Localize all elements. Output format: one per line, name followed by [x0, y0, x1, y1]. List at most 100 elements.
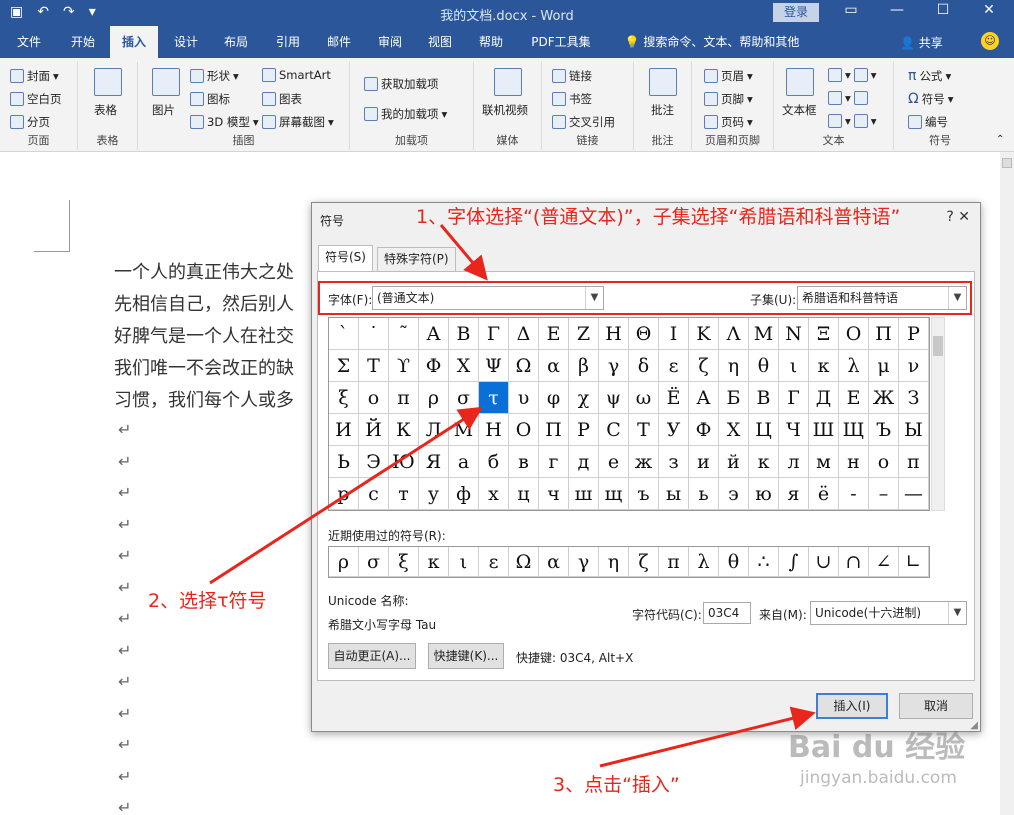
tab-pdf-tools[interactable]: PDF工具集	[520, 26, 602, 58]
symbol-cell[interactable]: Я	[419, 446, 449, 478]
symbol-cell[interactable]: ˙	[359, 318, 389, 350]
page-break-button[interactable]: 分页	[10, 114, 50, 130]
chart-button[interactable]: 图表	[262, 91, 302, 107]
scroll-up-arrow[interactable]	[1002, 158, 1012, 168]
cover-page-button[interactable]: 封面 ▾	[10, 68, 59, 84]
symbol-cell[interactable]: О	[509, 414, 539, 446]
recent-symbol-cell[interactable]: ∠	[869, 547, 899, 577]
symbol-cell[interactable]: δ	[629, 350, 659, 382]
recent-symbol-cell[interactable]: κ	[419, 547, 449, 577]
equation-button[interactable]: π 公式 ▾	[908, 68, 951, 84]
symbol-cell[interactable]: А	[689, 382, 719, 414]
tab-view[interactable]: 视图	[418, 26, 462, 58]
recent-symbol-cell[interactable]: ξ	[389, 547, 419, 577]
symbol-cell[interactable]: η	[719, 350, 749, 382]
symbol-cell[interactable]: Ο	[839, 318, 869, 350]
symbol-cell[interactable]: С	[599, 414, 629, 446]
tab-mailings[interactable]: 邮件	[316, 26, 362, 58]
symbol-cell[interactable]: Η	[599, 318, 629, 350]
bookmark-button[interactable]: 书签	[552, 91, 592, 107]
symbol-cell[interactable]: σ	[449, 382, 479, 414]
symbol-cell[interactable]: –	[869, 478, 899, 510]
recent-symbol-cell[interactable]: ∴	[749, 547, 779, 577]
symbol-cell[interactable]: Ν	[779, 318, 809, 350]
doc-line-3[interactable]: 好脾气是一个人在社交	[114, 322, 294, 348]
symbol-cell[interactable]: ε	[659, 350, 689, 382]
symbol-cell[interactable]: β	[569, 350, 599, 382]
dialog-help-close-icon[interactable]: ? ✕	[946, 209, 970, 225]
symbol-cell[interactable]: ζ	[689, 350, 719, 382]
symbol-cell[interactable]: Χ	[449, 350, 479, 382]
symbol-cell[interactable]: Ч	[779, 414, 809, 446]
symbol-cell[interactable]: ф	[449, 478, 479, 510]
symbol-cell[interactable]: м	[809, 446, 839, 478]
symbol-cell[interactable]: Γ	[479, 318, 509, 350]
symbol-cell[interactable]: л	[779, 446, 809, 478]
tab-references[interactable]: 引用	[266, 26, 310, 58]
new-comment-button[interactable]: 批注	[651, 102, 674, 118]
recent-symbol-cell[interactable]: ∩	[839, 547, 869, 577]
numbering-button[interactable]: 编号	[908, 114, 948, 130]
symbol-cell[interactable]: е	[599, 446, 629, 478]
symbol-cell[interactable]: θ	[749, 350, 779, 382]
symbol-cell[interactable]: о	[869, 446, 899, 478]
symbol-cell[interactable]: Э	[359, 446, 389, 478]
symbol-cell[interactable]: Ж	[869, 382, 899, 414]
symbol-cell[interactable]: п	[899, 446, 929, 478]
text-box-button[interactable]: 文本框	[782, 102, 817, 118]
symbol-cell[interactable]: Ι	[659, 318, 689, 350]
symbol-cell[interactable]: ο	[359, 382, 389, 414]
recent-symbol-cell[interactable]: ζ	[629, 547, 659, 577]
symbol-cell[interactable]: `	[329, 318, 359, 350]
recent-symbol-cell[interactable]: π	[659, 547, 689, 577]
tab-insert[interactable]: 插入	[110, 26, 158, 58]
recent-symbol-cell[interactable]: ∪	[809, 547, 839, 577]
symbol-cell-selected[interactable]: τ	[479, 382, 509, 414]
online-video-button[interactable]: 联机视频	[482, 102, 528, 118]
recent-symbol-cell[interactable]: ∟	[899, 547, 929, 577]
symbol-cell[interactable]: Φ	[419, 350, 449, 382]
tab-search[interactable]: 💡 搜索命令、文本、帮助和其他	[612, 26, 812, 58]
symbol-cell[interactable]: φ	[539, 382, 569, 414]
cancel-button[interactable]: 取消	[899, 693, 973, 719]
symbol-cell[interactable]: Ω	[509, 350, 539, 382]
dropcap-icon[interactable]: ▾ ▾	[828, 114, 877, 128]
symbol-cell[interactable]: Ф	[689, 414, 719, 446]
symbol-cell[interactable]: й	[719, 446, 749, 478]
symbol-cell[interactable]: ы	[659, 478, 689, 510]
symbol-cell[interactable]: κ	[809, 350, 839, 382]
symbol-cell[interactable]: Б	[719, 382, 749, 414]
symbol-cell[interactable]: Ψ	[479, 350, 509, 382]
resize-grip-icon[interactable]: ◢	[970, 720, 978, 731]
3d-model-button[interactable]: 3D 模型 ▾	[190, 114, 259, 130]
recent-symbol-cell[interactable]: ι	[449, 547, 479, 577]
login-button[interactable]: 登录	[773, 3, 819, 22]
close-window-icon[interactable]: ✕	[974, 2, 1004, 18]
my-addins-button[interactable]: 我的加载项 ▾	[364, 106, 447, 122]
symbol-cell[interactable]: М	[449, 414, 479, 446]
symbol-cell[interactable]: х	[479, 478, 509, 510]
symbol-cell[interactable]: Ы	[899, 414, 929, 446]
symbol-cell[interactable]: ж	[629, 446, 659, 478]
picture-button[interactable]: 图片	[152, 102, 175, 118]
symbol-cell[interactable]: Θ	[629, 318, 659, 350]
symbol-cell[interactable]: р	[329, 478, 359, 510]
doc-line-5[interactable]: 习惯，我们每个人或多	[114, 386, 294, 412]
symbol-cell[interactable]: ц	[509, 478, 539, 510]
symbol-cell[interactable]: Й	[359, 414, 389, 446]
share-button[interactable]: 👤 共享	[900, 34, 943, 51]
symbol-cell[interactable]: ё	[809, 478, 839, 510]
symbol-cell[interactable]: Ё	[659, 382, 689, 414]
symbol-cell[interactable]: Ρ	[899, 318, 929, 350]
customize-qat-icon[interactable]: ▾	[89, 4, 96, 20]
footer-button[interactable]: 页脚 ▾	[704, 91, 753, 107]
wordart-icon[interactable]: ▾	[828, 91, 868, 105]
symbol-cell[interactable]: к	[749, 446, 779, 478]
symbol-cell[interactable]: г	[539, 446, 569, 478]
symbol-cell[interactable]: Λ	[719, 318, 749, 350]
from-dropdown-icon[interactable]: ▼	[948, 602, 966, 624]
symbol-cell[interactable]: У	[659, 414, 689, 446]
symbol-cell[interactable]: π	[389, 382, 419, 414]
shapes-button[interactable]: 形状 ▾	[190, 68, 239, 84]
insert-button[interactable]: 插入(I)	[816, 693, 888, 719]
